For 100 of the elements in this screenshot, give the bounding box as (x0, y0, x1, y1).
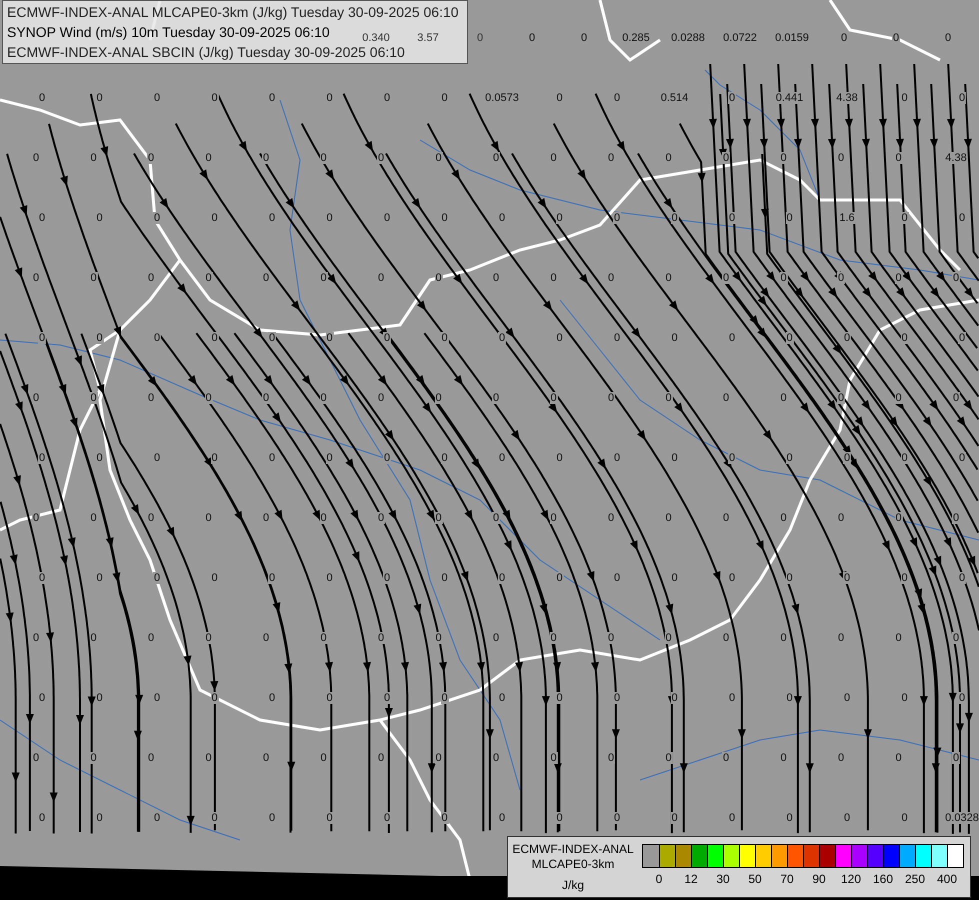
map-value: 0 (32, 392, 40, 404)
map-value: 0 (670, 692, 679, 704)
map-value: 0 (498, 572, 506, 584)
map-value: 0 (210, 332, 219, 344)
map-value: 0 (376, 392, 386, 404)
map-value: 0 (146, 392, 156, 404)
map-value: 0 (146, 512, 156, 524)
map-value: 0 (842, 692, 852, 704)
map-value: 0 (319, 632, 328, 644)
map-value: 0 (32, 272, 40, 284)
map-value: 0 (262, 152, 270, 164)
map-value: 0 (498, 692, 506, 704)
map-value: 0 (152, 692, 162, 704)
map-value: 0 (606, 512, 616, 524)
map-value: 0 (779, 632, 788, 644)
map-value: 0 (95, 452, 104, 464)
map-value: 0 (785, 692, 794, 704)
map-value: 0 (836, 512, 846, 524)
map-value: 0 (268, 332, 276, 344)
map-value: 0 (146, 272, 156, 284)
map-value: 0 (549, 752, 558, 764)
map-value: 0.0573 (484, 92, 520, 104)
map-value: 0 (670, 332, 679, 344)
map-value: 0 (204, 392, 213, 404)
map-value: 0 (492, 752, 500, 764)
map-value: 0 (319, 512, 328, 524)
map-value: 0 (549, 392, 558, 404)
map-value: 0 (842, 812, 852, 824)
map-value: 0 (842, 332, 852, 344)
map-value: 0 (204, 152, 213, 164)
map-value: 0 (779, 272, 788, 284)
legend-title: ECMWF-INDEX-ANAL (512, 842, 634, 857)
map-value: 0 (95, 92, 104, 104)
map-value: 0 (892, 32, 900, 44)
map-value: 0 (319, 152, 328, 164)
map-value: 0 (900, 812, 909, 824)
map-value: 0 (262, 752, 270, 764)
map-value: 0 (555, 692, 564, 704)
map-value: 0 (728, 572, 736, 584)
map-value: 0 (434, 392, 443, 404)
map-value: 0 (325, 572, 334, 584)
map-value: 0 (670, 572, 679, 584)
map-value: 0 (842, 572, 852, 584)
map-value: 0 (528, 32, 536, 44)
map-value: 0 (95, 692, 104, 704)
map-value: 0 (434, 272, 443, 284)
map-value: 0 (492, 632, 500, 644)
map-value: 0 (440, 332, 449, 344)
map-value: 0 (894, 392, 903, 404)
map-value: 0 (382, 332, 392, 344)
map-value: 0 (722, 752, 730, 764)
map-value: 0 (382, 212, 392, 224)
map-value: 0 (958, 452, 966, 464)
map-value: 0 (268, 452, 276, 464)
map-value: 0 (440, 572, 449, 584)
map-value: 0 (204, 752, 213, 764)
map-value: 0 (89, 392, 98, 404)
map-value: 0 (95, 812, 104, 824)
map-value: 0 (376, 512, 386, 524)
map-value: 0 (612, 692, 622, 704)
map-value: 0 (722, 272, 730, 284)
map-value: 0 (319, 752, 328, 764)
map-value: 0 (146, 752, 156, 764)
map-value: 0 (785, 812, 794, 824)
tick-label: 120 (840, 872, 862, 886)
map-value: 0 (319, 272, 328, 284)
map-value: 0 (549, 272, 558, 284)
map-value: 0 (900, 452, 909, 464)
map-value: 0 (492, 392, 500, 404)
map-value: 0 (612, 212, 622, 224)
map-value: 0 (89, 632, 98, 644)
map-value: 0 (958, 572, 966, 584)
map-value: 0 (210, 452, 219, 464)
map-value: 0 (492, 512, 500, 524)
map-value: 0 (779, 512, 788, 524)
map-value: 0 (952, 512, 960, 524)
map-value: 0 (664, 392, 673, 404)
map-value: 0 (606, 752, 616, 764)
map-value: 0 (612, 332, 622, 344)
map-value: 0 (894, 752, 903, 764)
map-value: 0 (722, 632, 730, 644)
map-value: 0.0288 (670, 32, 706, 44)
tick-label: 12 (684, 872, 698, 886)
map-value: 0 (440, 92, 449, 104)
map-value: 0 (842, 452, 852, 464)
map-value: 0 (670, 812, 679, 824)
map-value: 0 (958, 92, 966, 104)
map-value: 0 (32, 152, 40, 164)
map-value: 0 (894, 632, 903, 644)
map-value: 0 (434, 512, 443, 524)
map-value: 0 (440, 212, 449, 224)
map-value: 0 (498, 812, 506, 824)
map-value: 0 (325, 212, 334, 224)
map-value: 0 (612, 452, 622, 464)
map-value: 0 (262, 512, 270, 524)
map-value: 0 (440, 692, 449, 704)
map-value: 0 (580, 32, 588, 44)
map-value: 0 (549, 152, 558, 164)
map-value: 0 (958, 692, 966, 704)
map-value: 0 (952, 392, 960, 404)
